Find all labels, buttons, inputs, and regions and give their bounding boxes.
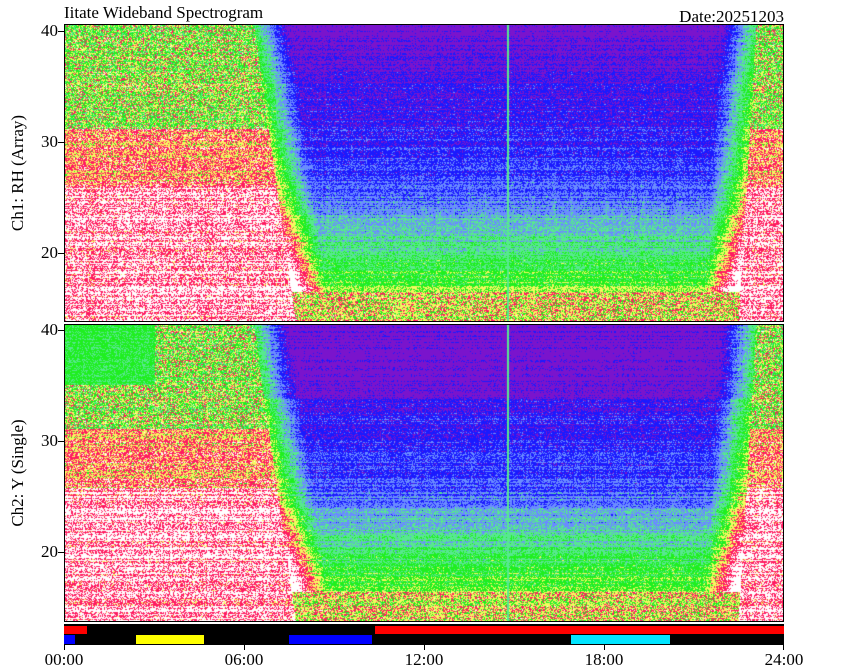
y-tick-label: 40: [41, 21, 58, 40]
status-bar: [64, 624, 784, 645]
y-tick-mark: [58, 253, 64, 254]
status-segment: [64, 626, 87, 634]
y-tick-label: 20: [41, 243, 58, 262]
x-tick-label: 12:00: [404, 650, 444, 669]
x-tick-label: 24:00: [764, 650, 804, 669]
spectrogram-canvas-ch1: [65, 25, 783, 321]
x-tick-label: 06:00: [224, 650, 264, 669]
y-tick-mark: [58, 441, 64, 442]
status-segment: [289, 635, 372, 644]
y-tick-label: 40: [41, 320, 58, 339]
y-tick-mark: [58, 330, 64, 331]
chart-title: Iitate Wideband Spectrogram: [64, 3, 264, 22]
spectrogram-panel-ch1: [64, 24, 784, 322]
y-tick-label: 20: [41, 542, 58, 561]
y-tick-label: 30: [41, 132, 58, 151]
x-tick-label: 00:00: [44, 650, 84, 669]
x-tick-label: 18:00: [584, 650, 624, 669]
y-tick-mark: [58, 142, 64, 143]
y-tick-label: 30: [41, 431, 58, 450]
spectrogram-panel-ch2: [64, 324, 784, 622]
status-segment: [571, 635, 670, 644]
status-segment: [64, 635, 75, 644]
status-segment: [136, 635, 204, 644]
spectrogram-canvas-ch2: [65, 325, 783, 621]
y-tick-mark: [58, 31, 64, 32]
y-tick-mark: [58, 552, 64, 553]
status-segment: [374, 626, 784, 634]
